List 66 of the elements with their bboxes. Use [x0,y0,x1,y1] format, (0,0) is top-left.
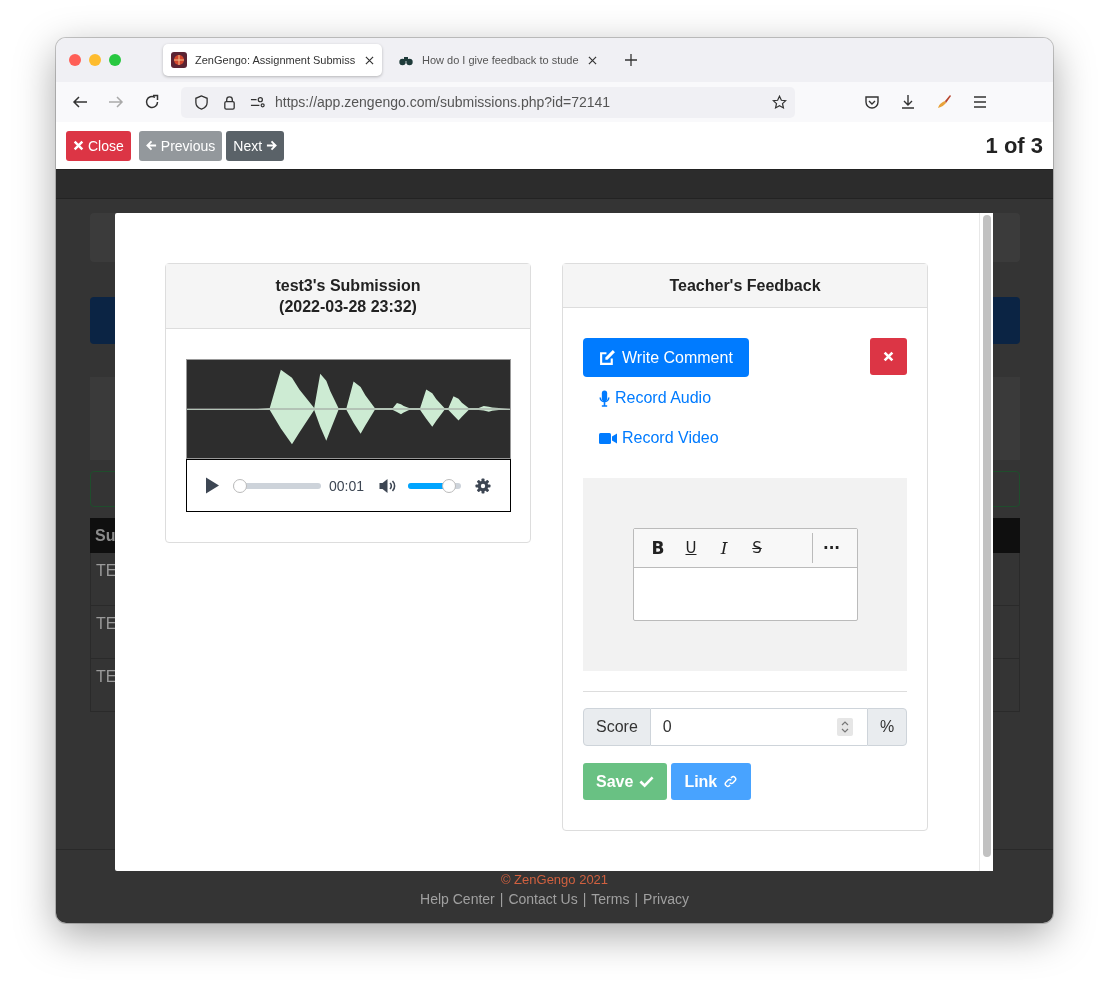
table-cell: TE [96,562,117,580]
close-window-icon[interactable] [69,54,81,66]
link-icon [723,775,739,788]
format-button[interactable]: U [674,539,708,557]
address-bar[interactable]: https://app.zengengo.com/submissions.php?id=72141 [181,86,795,118]
submission-date: (2022-03-28 23:32) [279,298,417,316]
check-icon [639,775,655,788]
separator: | [499,891,504,907]
microphone-icon [599,389,610,407]
record-audio-link[interactable]: Record Audio [599,378,712,418]
play-icon[interactable] [205,477,219,494]
table-cell: TE [96,668,117,686]
footer-link[interactable]: Terms [591,891,630,907]
close-icon[interactable] [588,55,597,65]
link-button[interactable]: Link [671,763,752,800]
star-icon[interactable] [772,94,787,110]
close-icon [73,140,84,151]
percent-sign: % [867,708,907,746]
lock-icon [222,94,237,110]
card-title: Teacher's Feedback [669,277,821,295]
copyright-text: © ZenGengo 2021 [500,872,609,887]
page-counter: 1 of 3 [985,132,1043,159]
record-video-link[interactable]: Record Video [599,418,719,458]
separator: | [634,891,639,907]
back-arrow-icon[interactable] [72,94,88,110]
video-camera-icon [599,431,617,445]
right-arrow-icon [266,140,278,151]
paintbrush-icon[interactable] [936,94,952,110]
score-label: Score [583,708,651,746]
card-title: test3's Submission [275,277,421,295]
speaker-icon[interactable] [378,477,398,494]
close-icon[interactable] [365,55,374,65]
sliders-icon [250,94,265,110]
new-tab-icon[interactable] [625,54,637,66]
left-arrow-icon [145,140,157,151]
footer-link[interactable]: Help Center [420,891,495,907]
footer-link[interactable]: Contact Us [508,891,578,907]
settings-icon[interactable] [475,477,492,494]
format-button[interactable]: B [641,538,675,558]
table-cell: TE [96,615,117,633]
browser-tab[interactable]: How do I give feedback to stude [390,44,605,76]
pocket-icon[interactable] [864,94,880,110]
shield-icon [194,94,209,110]
toolbar-button[interactable]: Next [226,130,285,161]
globe-icon [171,52,187,68]
download-icon[interactable] [900,94,916,110]
write-comment-button[interactable]: Write Comment [583,338,749,377]
spinner-icon[interactable] [837,718,853,736]
scrollbar-thumb[interactable] [983,215,991,857]
browser-tab[interactable]: ZenGengo: Assignment Submiss [163,44,382,76]
volume-slider-thumb[interactable] [442,478,457,493]
reload-icon[interactable] [144,94,160,110]
delete-button[interactable] [870,338,907,375]
footer-link[interactable]: Privacy [643,891,689,907]
edit-icon [599,349,616,366]
separator: | [582,891,587,907]
menu-icon[interactable] [972,94,988,110]
format-button[interactable]: I [707,538,741,558]
format-button[interactable]: S [740,539,774,557]
time-display: 00:01 [329,477,365,494]
more-button[interactable]: ··· [812,539,851,557]
toolbar-button[interactable]: Close [66,130,131,161]
table-header: Su [95,526,116,545]
close-icon [883,351,894,362]
score-field[interactable]: 0 [650,708,867,746]
progress-slider-thumb[interactable] [233,478,247,493]
